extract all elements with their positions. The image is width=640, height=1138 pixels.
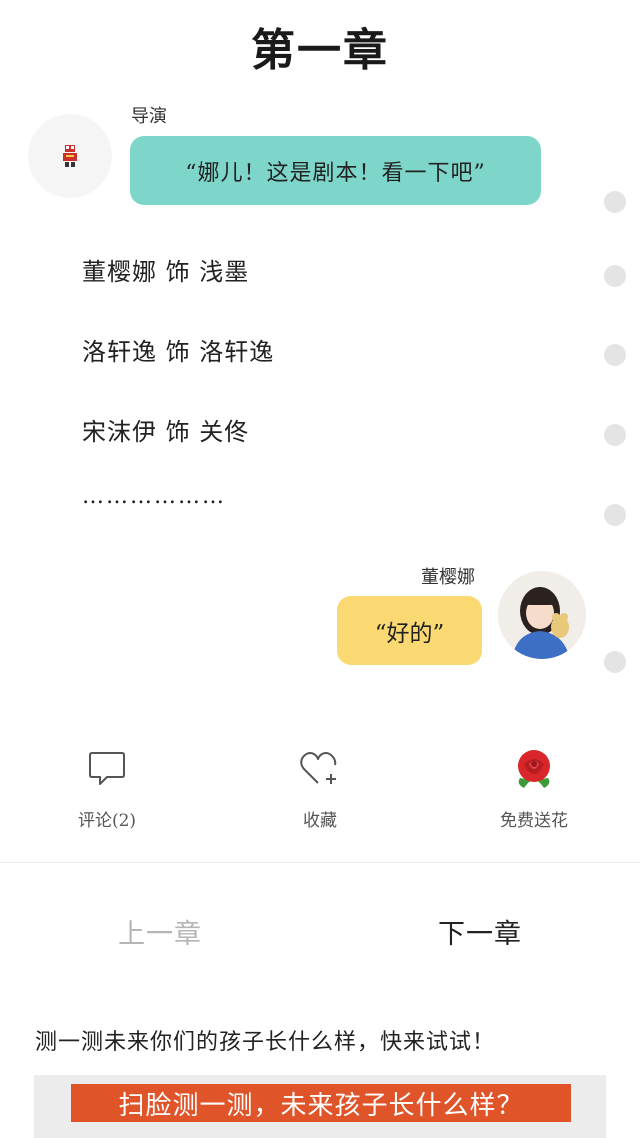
send-flower-label: 免费送花 [500,811,568,831]
user-portrait-icon [498,571,586,659]
cast-line: 洛轩逸 饰 洛轩逸 [82,338,275,366]
paragraph-comment-dot[interactable] [604,504,626,526]
paragraph-comment-dot[interactable] [604,265,626,287]
director-name: 导演 [131,106,167,127]
chapter-title: 第一章 [251,25,389,76]
cast-line: 董樱娜 饰 浅墨 [82,258,250,286]
cast-line: 宋沫伊 饰 关佟 [82,418,250,446]
next-chapter-button[interactable]: 下一章 [438,912,522,951]
user-name: 董樱娜 [421,567,475,588]
favorite-button[interactable]: 收藏 [260,742,380,831]
user-message-bubble: “好的” [337,596,482,665]
comment-icon [89,752,125,785]
send-flower-button[interactable]: 免费送花 [474,742,594,831]
cast-ellipsis: ……………… [82,484,226,509]
comment-label: 评论(2) [77,811,137,831]
divider [0,862,640,863]
paragraph-comment-dot[interactable] [604,191,626,213]
director-message-bubble: “娜儿！这是剧本！看一下吧” [130,136,541,205]
user-avatar[interactable] [498,571,586,659]
rose-icon [518,750,550,788]
cartoon-figure-icon [63,145,77,167]
favorite-label: 收藏 [303,811,337,831]
paragraph-comment-dot[interactable] [604,651,626,673]
promo-banner-button[interactable]: 扫脸测一测，未来孩子长什么样？ [71,1084,571,1122]
director-avatar[interactable] [28,114,112,198]
promo-text-link[interactable]: 测一测未来你们的孩子长什么样，快来试试！ [35,1024,495,1056]
paragraph-comment-dot[interactable] [604,424,626,446]
prev-chapter-button[interactable]: 上一章 [118,912,202,951]
heart-add-icon [300,752,337,784]
comment-button[interactable]: 评论(2) [47,742,167,831]
paragraph-comment-dot[interactable] [604,344,626,366]
